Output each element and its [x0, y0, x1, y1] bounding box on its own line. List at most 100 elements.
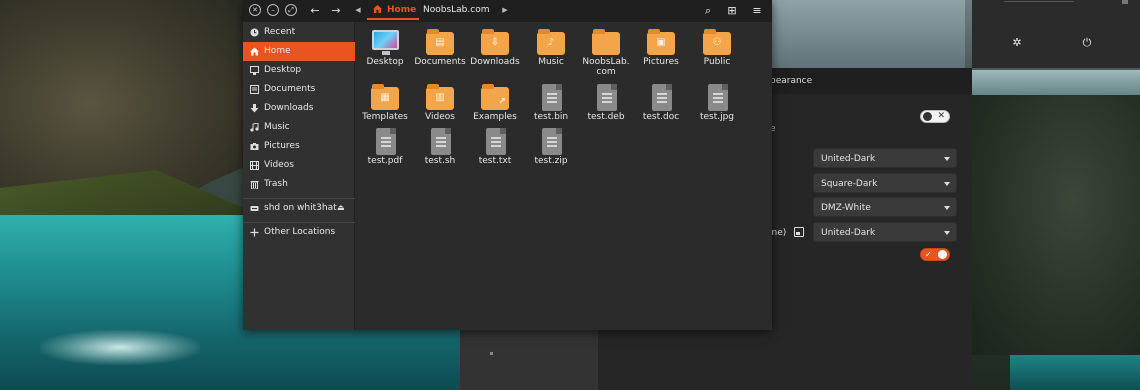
sidebar-item-other-locations[interactable]: Other Locations [243, 223, 355, 242]
folder-icon: ▣ [647, 29, 675, 55]
file-item-test-pdf[interactable]: test.pdf [356, 124, 414, 174]
sidebar-item-trash[interactable]: Trash [243, 175, 355, 194]
menu-indicator [1122, 0, 1128, 4]
file-label: test.pdf [367, 156, 403, 166]
file-item-music[interactable]: ♪ Music [522, 25, 580, 75]
music-emblem-icon: ♪ [547, 37, 555, 48]
file-item-downloads[interactable]: ⇩ Downloads [466, 25, 524, 75]
file-item-public[interactable]: ⚇ Public [688, 25, 746, 75]
home-icon [250, 47, 259, 56]
file-label: Music [538, 57, 564, 67]
select-value: DMZ-White [821, 203, 871, 213]
sidebar-item-network-drive[interactable]: shd on whit3hat ⏏ [243, 199, 355, 218]
file-item-test-bin[interactable]: test.bin [522, 80, 580, 130]
file-label: Templates [362, 112, 408, 122]
file-label: test.jpg [699, 112, 735, 122]
file-label: Documents [414, 57, 466, 67]
sidebar-item-desktop[interactable]: Desktop [243, 61, 355, 80]
toggle-knob [923, 112, 932, 121]
desktop-icon [250, 66, 259, 75]
people-emblem-icon: ⚇ [712, 37, 722, 48]
sidebar-marker [490, 352, 493, 355]
plus-icon [250, 228, 259, 237]
close-window-button[interactable]: ✕ [249, 4, 261, 16]
desktop-folder-icon [371, 29, 399, 55]
applications-theme-select[interactable]: United-Dark [813, 148, 957, 168]
maximize-window-button[interactable]: ⤢ [285, 4, 297, 16]
link-emblem-icon: ↗ [498, 97, 506, 107]
path-scroll-right-icon[interactable]: ▶ [499, 0, 511, 20]
generic-file-icon [537, 84, 565, 111]
sidebar-item-label: Pictures [264, 141, 300, 151]
document-emblem-icon: ▤ [435, 37, 445, 48]
sidebar-item-recent[interactable]: Recent [243, 23, 355, 42]
generic-file-icon [426, 128, 454, 155]
file-item-templates[interactable]: ▦ Templates [356, 80, 414, 130]
sidebar-item-videos[interactable]: Videos [243, 156, 355, 175]
dark-theme-toggle[interactable]: ✓ [920, 248, 950, 261]
select-value: Square-Dark [821, 179, 878, 189]
breadcrumb-label: Home [387, 5, 417, 15]
folder-icon: ↗ [481, 84, 509, 110]
file-label: test.sh [424, 156, 456, 166]
breadcrumb-home[interactable]: Home [367, 0, 419, 20]
back-arrow-icon[interactable]: ← [307, 3, 323, 19]
breadcrumb-noobslab[interactable]: NoobsLab.com [423, 5, 489, 15]
shell-theme-select[interactable]: United-Dark [813, 222, 957, 242]
file-item-examples[interactable]: ↗ Examples [466, 80, 524, 130]
file-item-test-deb[interactable]: test.deb [577, 80, 635, 130]
icons-theme-select[interactable]: DMZ-White [813, 197, 957, 217]
file-item-test-txt[interactable]: test.txt [466, 124, 524, 174]
power-icon[interactable]: ⏻ [1080, 36, 1094, 50]
file-label: Pictures [643, 57, 679, 67]
camera-icon [250, 143, 259, 150]
path-scroll-left-icon[interactable]: ◀ [351, 0, 365, 20]
menu-icon[interactable]: ≡ [749, 3, 765, 19]
generic-file-icon [537, 128, 565, 155]
file-item-pictures[interactable]: ▣ Pictures [632, 25, 690, 75]
chevron-down-icon [944, 231, 950, 235]
file-item-noobslab[interactable]: NoobsLab. com [577, 25, 635, 77]
generic-file-icon [371, 128, 399, 155]
sidebar-item-music[interactable]: Music [243, 118, 355, 137]
file-label: Public [703, 57, 731, 67]
sidebar-item-label: Trash [264, 179, 288, 189]
sidebar-item-label: Home [264, 46, 291, 56]
folder-icon: ⇩ [481, 29, 509, 55]
minimize-window-button[interactable]: – [267, 4, 279, 16]
select-value: United-Dark [821, 154, 876, 164]
sidebar-item-pictures[interactable]: Pictures [243, 137, 355, 156]
file-item-videos[interactable]: ▥ Videos [411, 80, 469, 130]
tweaks-title: pearance [770, 76, 813, 86]
grid-view-icon[interactable]: ⊞ [724, 3, 740, 19]
system-menu-panel: ✲ ⏻ [972, 0, 1140, 68]
sidebar-item-label: Recent [264, 27, 296, 37]
user-name-fragment [1004, 0, 1074, 2]
sidebar-item-label: Other Locations [264, 227, 336, 237]
sidebar-item-downloads[interactable]: Downloads [243, 99, 355, 118]
file-item-test-jpg[interactable]: test.jpg [688, 80, 746, 130]
animations-toggle[interactable]: ✕ [920, 110, 950, 123]
eject-icon[interactable]: ⏏ [337, 203, 345, 212]
settings-tools-icon[interactable]: ✲ [1010, 36, 1024, 50]
forward-arrow-icon[interactable]: → [328, 3, 344, 19]
file-item-desktop[interactable]: Desktop [356, 25, 414, 75]
places-sidebar: Recent Home Desktop Documents Downloads … [243, 22, 355, 330]
film-emblem-icon: ▥ [435, 92, 445, 103]
file-item-test-sh[interactable]: test.sh [411, 124, 469, 174]
sidebar-item-home[interactable]: Home [243, 42, 355, 61]
sidebar-item-label: Downloads [264, 103, 314, 113]
sidebar-item-label: Documents [264, 84, 316, 94]
search-icon[interactable]: ⌕ [700, 3, 716, 19]
file-label: Downloads [470, 57, 520, 67]
file-item-documents[interactable]: ▤ Documents [411, 25, 469, 75]
file-item-test-zip[interactable]: test.zip [522, 124, 580, 174]
folder-icon [592, 29, 620, 55]
generic-file-icon [592, 84, 620, 111]
file-label: test.zip [534, 156, 568, 166]
sidebar-item-documents[interactable]: Documents [243, 80, 355, 99]
document-icon [250, 85, 259, 94]
chevron-down-icon [944, 157, 950, 161]
cursor-theme-select[interactable]: Square-Dark [813, 173, 957, 193]
file-item-test-doc[interactable]: test.doc [632, 80, 690, 130]
